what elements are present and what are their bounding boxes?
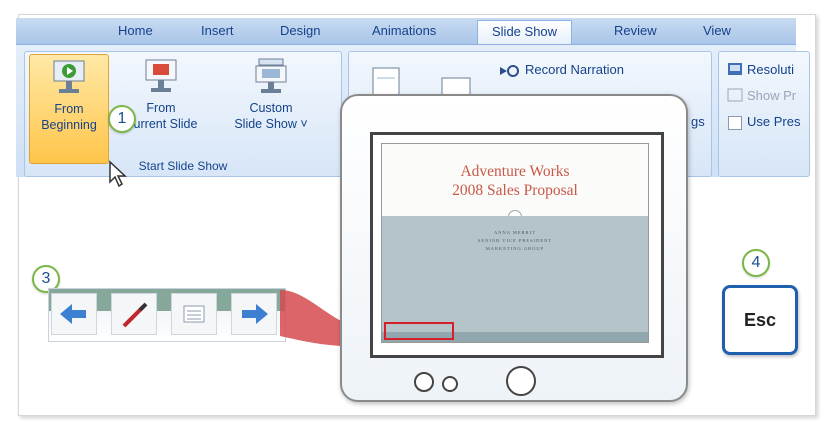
slide-title-line2: 2008 Sales Proposal bbox=[452, 182, 578, 199]
from-beginning-button[interactable]: From Beginning bbox=[29, 54, 109, 164]
projector-play-icon bbox=[53, 60, 85, 93]
device-button-small bbox=[442, 376, 458, 392]
show-presentation-on-dropdown[interactable]: Show Pr bbox=[747, 88, 796, 103]
tab-design[interactable]: Design bbox=[280, 23, 320, 38]
menu-icon bbox=[183, 305, 205, 323]
device-button-left bbox=[414, 372, 434, 392]
slide-presenter-group: MARKETING GROUP bbox=[485, 246, 545, 251]
tab-home[interactable]: Home bbox=[118, 23, 153, 38]
slide-preview: Adventure Works 2008 Sales Proposal ANNA… bbox=[381, 143, 649, 343]
esc-key[interactable]: Esc bbox=[722, 285, 798, 355]
next-arrow-icon bbox=[242, 304, 268, 324]
tab-slide-show[interactable]: Slide Show bbox=[477, 20, 573, 46]
previous-slide-button[interactable] bbox=[51, 293, 97, 335]
tab-insert[interactable]: Insert bbox=[201, 23, 234, 38]
projector-icon bbox=[145, 59, 177, 92]
slide-menu-button[interactable] bbox=[171, 293, 217, 335]
from-current-line1: From bbox=[146, 101, 176, 115]
slide-presenter-title: SENIOR VICE PRESIDENT bbox=[477, 238, 553, 243]
tab-review[interactable]: Review bbox=[614, 23, 657, 38]
from-beginning-line1: From bbox=[54, 102, 84, 116]
next-slide-button[interactable] bbox=[231, 293, 277, 335]
slide-show-toolbar bbox=[48, 288, 286, 342]
tab-view[interactable]: View bbox=[703, 23, 731, 38]
monitors-group: Resoluti Show Pr Use Pres bbox=[718, 51, 810, 177]
callout-4: 4 bbox=[742, 249, 770, 277]
pen-icon bbox=[122, 302, 148, 328]
show-presentation-on-icon bbox=[727, 88, 743, 102]
use-presenter-view-checkbox[interactable] bbox=[728, 116, 742, 130]
previous-arrow-icon bbox=[60, 304, 86, 324]
ribbon-tab-bar: Home Insert Design Animations Slide Show… bbox=[16, 18, 796, 46]
start-slide-show-group: From Beginning From Current Slide Custom bbox=[24, 51, 342, 177]
toolbar-hotspot-highlight bbox=[384, 322, 454, 340]
slide-show-device: Adventure Works 2008 Sales Proposal ANNA… bbox=[340, 94, 688, 402]
from-beginning-line2: Beginning bbox=[41, 118, 97, 132]
custom-show-line1: Custom bbox=[249, 101, 293, 115]
slide-title-area: Adventure Works 2008 Sales Proposal bbox=[382, 144, 648, 216]
settings-partial-label: gs bbox=[691, 114, 705, 129]
custom-show-icon bbox=[255, 58, 287, 93]
resolution-icon bbox=[728, 63, 742, 75]
resolution-dropdown[interactable]: Resoluti bbox=[747, 62, 794, 77]
record-narration-icon bbox=[500, 65, 519, 77]
use-presenter-view-label: Use Pres bbox=[747, 114, 801, 129]
tab-animations[interactable]: Animations bbox=[372, 23, 436, 38]
device-screen: Adventure Works 2008 Sales Proposal ANNA… bbox=[370, 132, 664, 358]
mouse-cursor-icon bbox=[109, 160, 127, 188]
device-button-main bbox=[506, 366, 536, 396]
start-slide-show-label: Start Slide Show bbox=[138, 159, 228, 173]
slide-title: Adventure Works 2008 Sales Proposal bbox=[382, 162, 648, 200]
pen-button[interactable] bbox=[111, 293, 157, 335]
slide-presenter-name: ANNA MERRIT bbox=[494, 230, 536, 235]
callout-1: 1 bbox=[108, 105, 136, 133]
slide-title-line1: Adventure Works bbox=[460, 163, 570, 180]
record-narration-button[interactable]: Record Narration bbox=[525, 62, 624, 77]
custom-show-line2: Slide Show ˅ bbox=[234, 117, 308, 131]
custom-slide-show-button[interactable]: Custom Slide Show ˅ bbox=[221, 54, 321, 162]
